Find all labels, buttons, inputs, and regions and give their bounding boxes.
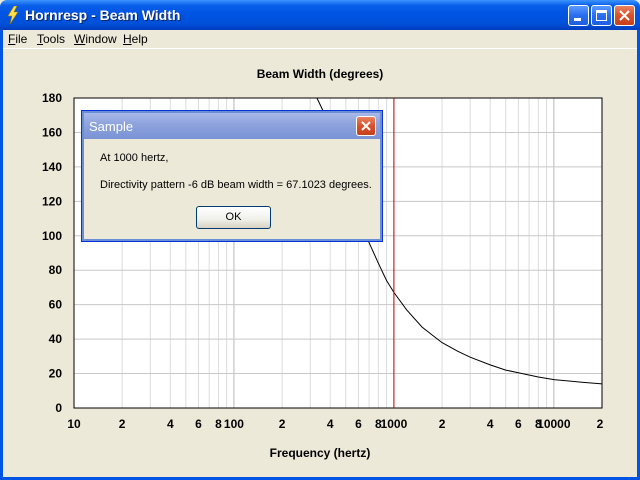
- x-tick-label: 6: [195, 417, 202, 431]
- title-bar[interactable]: Hornresp - Beam Width: [0, 0, 640, 30]
- y-tick-label: 0: [55, 401, 62, 415]
- x-tick-label: 2: [119, 417, 126, 431]
- x-tick-label: 6: [355, 417, 362, 431]
- x-tick-label: 1000: [381, 417, 408, 431]
- maximize-icon: [596, 10, 607, 21]
- y-tick-label: 140: [42, 160, 62, 174]
- menu-window[interactable]: Window: [74, 32, 117, 46]
- close-icon: [619, 10, 630, 21]
- close-button[interactable]: [614, 5, 635, 26]
- y-tick-label: 180: [42, 91, 62, 105]
- x-axis: 10 2 4 6 8 100 2 4 6 81000 2 4 6 810000 2: [67, 417, 603, 431]
- y-tick-label: 60: [49, 298, 63, 312]
- x-tick-label: 2: [279, 417, 286, 431]
- dialog-title: Sample: [89, 119, 134, 134]
- sample-dialog: Sample At 1000 hertz, Directivity patter…: [81, 110, 383, 242]
- x-tick-label: 100: [224, 417, 244, 431]
- x-axis-label: Frequency (hertz): [270, 446, 371, 460]
- x-tick-label: 8: [215, 417, 222, 431]
- dialog-close-button[interactable]: [356, 116, 376, 136]
- dialog-message-line2: Directivity pattern -6 dB beam width = 6…: [100, 179, 372, 191]
- y-tick-label: 40: [49, 332, 63, 346]
- y-tick-label: 160: [42, 125, 62, 139]
- menu-help[interactable]: Help: [123, 32, 148, 46]
- y-tick-label: 20: [49, 367, 63, 381]
- x-tick-label: 2: [439, 417, 446, 431]
- x-tick-label: 2: [597, 417, 604, 431]
- main-window: Hornresp - Beam Width File Tools Window …: [0, 0, 640, 480]
- app-lightning-icon: [7, 6, 19, 24]
- x-tick-label: 4: [327, 417, 334, 431]
- x-tick-label: 4: [487, 417, 494, 431]
- close-icon: [361, 121, 371, 131]
- dialog-message-line1: At 1000 hertz,: [100, 152, 169, 164]
- minimize-button[interactable]: [568, 5, 589, 26]
- y-tick-label: 100: [42, 229, 62, 243]
- ok-button[interactable]: OK: [196, 206, 271, 229]
- maximize-button[interactable]: [591, 5, 612, 26]
- dialog-body: At 1000 hertz, Directivity pattern -6 dB…: [85, 139, 379, 239]
- menu-file[interactable]: File: [8, 32, 27, 46]
- minimize-icon: [574, 18, 581, 21]
- y-tick-label: 80: [49, 263, 63, 277]
- dialog-title-bar[interactable]: Sample: [84, 113, 380, 139]
- menu-tools[interactable]: Tools: [37, 32, 65, 46]
- x-tick-label: 4: [167, 417, 174, 431]
- window-title: Hornresp - Beam Width: [25, 7, 181, 23]
- chart-title: Beam Width (degrees): [257, 67, 384, 81]
- menu-bar: File Tools Window Help: [0, 30, 640, 48]
- y-tick-label: 120: [42, 194, 62, 208]
- x-tick-label: 6: [515, 417, 522, 431]
- x-tick-label: 10: [67, 417, 81, 431]
- x-tick-label: 10000: [537, 417, 571, 431]
- y-axis: 0 20 40 60 80 100 120 140 160 180: [42, 91, 62, 415]
